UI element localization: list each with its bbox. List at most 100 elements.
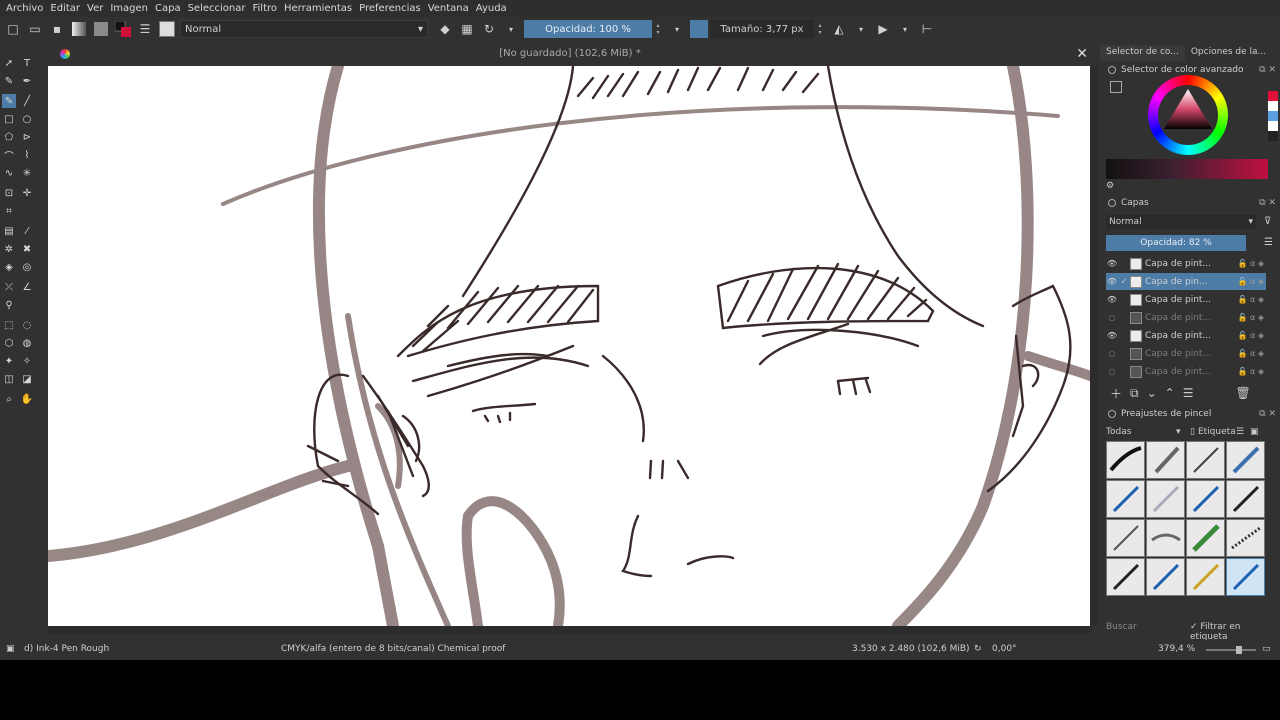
brush-preset-selected[interactable] xyxy=(1226,558,1265,596)
edit-shapes-icon[interactable]: ✎ xyxy=(2,74,16,88)
crop-tool-icon[interactable]: ⌗ xyxy=(2,204,16,218)
brush-preset[interactable] xyxy=(1186,519,1225,557)
add-layer-icon[interactable]: ＋ xyxy=(1110,385,1122,402)
layer-row[interactable]: ○ Capa de pint... 🔓 α ◈ xyxy=(1106,345,1266,362)
menu-seleccionar[interactable]: Seleccionar xyxy=(188,3,246,14)
brush-tag-select[interactable]: Etiqueta xyxy=(1198,427,1236,437)
brush-preset[interactable] xyxy=(1146,480,1185,518)
gradient-icon[interactable] xyxy=(70,20,88,38)
color-shade-bars[interactable] xyxy=(1106,159,1268,179)
menu-herramientas[interactable]: Herramientas xyxy=(284,3,352,14)
eraser-icon[interactable]: ◆ xyxy=(436,20,454,38)
text-tool-icon[interactable]: T xyxy=(20,56,34,70)
brush-filter-select[interactable]: Todas xyxy=(1106,427,1176,437)
color-menu-icon[interactable] xyxy=(1110,81,1122,93)
brush-menu-icon[interactable]: ☰ xyxy=(1236,427,1250,437)
move-layer-up-icon[interactable]: ⌃ xyxy=(1165,386,1175,400)
panel-float-close-icon[interactable]: ⧉ ✕ xyxy=(1259,65,1276,75)
brush-preset[interactable] xyxy=(1106,480,1145,518)
close-icon[interactable]: ✕ xyxy=(1076,46,1088,62)
layer-properties-menu-icon[interactable]: ☰ xyxy=(1183,386,1194,400)
dropdown-icon[interactable]: ▾ xyxy=(852,20,870,38)
size-spin[interactable]: ▴ ▾ xyxy=(816,20,824,38)
calligraphy-icon[interactable]: ✒ xyxy=(20,74,34,88)
color-wheel[interactable] xyxy=(1148,75,1228,155)
save-icon[interactable]: ▪ xyxy=(48,20,66,38)
zoom-tool-icon[interactable]: ⌕ xyxy=(2,392,16,406)
size-slider[interactable]: Tamaño: 3,77 px xyxy=(710,20,814,38)
brush-preset[interactable] xyxy=(1226,441,1265,479)
mirror-options-icon[interactable]: ▾ xyxy=(502,20,520,38)
brush-preset[interactable] xyxy=(1146,441,1185,479)
layer-properties-icon[interactable]: 🔓 α ◈ xyxy=(1230,331,1266,340)
brush-preset[interactable] xyxy=(1146,558,1185,596)
tab-color-selector[interactable]: Selector de co... xyxy=(1100,45,1185,61)
brush-preset[interactable] xyxy=(1106,558,1145,596)
layer-properties-icon[interactable]: 🔓 α ◈ xyxy=(1230,367,1266,376)
opacity-spin[interactable]: ▴ ▾ xyxy=(654,20,662,38)
layers-blend-select[interactable]: Normal ▾ xyxy=(1106,215,1256,229)
visibility-eye-icon[interactable]: 👁 xyxy=(1106,277,1118,286)
color-history-strip[interactable] xyxy=(1268,91,1278,141)
hidden-eye-icon[interactable]: ○ xyxy=(1106,313,1118,322)
visibility-eye-icon[interactable]: 👁 xyxy=(1106,331,1118,340)
color-picker-icon[interactable]: ⁄ xyxy=(20,224,34,238)
filter-icon[interactable]: ⊽ xyxy=(1264,216,1271,227)
layer-properties-icon[interactable]: 🔓 α ◈ xyxy=(1230,259,1266,268)
ellipse-select-icon[interactable]: ◌ xyxy=(20,318,34,332)
transform-tool-icon[interactable]: ⊡ xyxy=(2,186,16,200)
layer-row-selected[interactable]: 👁 ✓ Capa de pin... 🔓 α ◈ xyxy=(1106,273,1266,290)
layer-properties-icon[interactable]: 🔓 α ◈ xyxy=(1230,349,1266,358)
wrap-around-icon[interactable]: ⊢ xyxy=(918,20,936,38)
visibility-eye-icon[interactable]: 👁 xyxy=(1106,295,1118,304)
horizontal-scrollbar[interactable] xyxy=(48,626,1092,634)
hidden-eye-icon[interactable]: ○ xyxy=(1106,367,1118,376)
mirror-horizontal-icon[interactable]: ◭ xyxy=(830,20,848,38)
open-folder-icon[interactable]: ▭ xyxy=(26,20,44,38)
contiguous-select-icon[interactable]: ✦ xyxy=(2,354,16,368)
brush-preset[interactable] xyxy=(1226,480,1265,518)
dropdown-icon[interactable]: ▾ xyxy=(896,20,914,38)
pattern-icon[interactable] xyxy=(92,20,110,38)
pan-tool-icon[interactable]: ✋ xyxy=(20,392,34,406)
brush-search-input[interactable]: Buscar xyxy=(1106,622,1137,632)
brush-settings-icon[interactable]: ☰ xyxy=(136,20,154,38)
brush-preset[interactable] xyxy=(1106,519,1145,557)
brush-preset[interactable] xyxy=(1186,441,1225,479)
brush-preset[interactable] xyxy=(1186,480,1225,518)
document-tab[interactable]: [No guardado] (102,6 MiB) * ✕ xyxy=(48,44,1092,66)
menu-ventana[interactable]: Ventana xyxy=(428,3,469,14)
menu-ver[interactable]: Ver xyxy=(87,3,103,14)
rectangle-tool-icon[interactable]: □ xyxy=(2,112,16,126)
similar-select-icon[interactable]: ✧ xyxy=(20,354,34,368)
duplicate-layer-icon[interactable]: ⧉ xyxy=(1130,386,1139,401)
fill-tool-icon[interactable]: ◈ xyxy=(2,260,16,274)
magnetic-select-icon[interactable]: ◪ xyxy=(20,372,34,386)
polygon-select-icon[interactable]: ⬡ xyxy=(2,336,16,350)
layer-row[interactable]: ○ Capa de pint... 🔓 α ◈ xyxy=(1106,309,1266,326)
brush-preset-icon[interactable] xyxy=(158,20,176,38)
brush-preset[interactable] xyxy=(1226,519,1265,557)
blend-mode-select[interactable]: Normal ▾ xyxy=(180,20,428,38)
panel-lock-icon[interactable] xyxy=(1108,410,1116,418)
zoom-slider[interactable] xyxy=(1206,646,1256,654)
panel-lock-icon[interactable] xyxy=(1108,199,1116,207)
bezier-select-icon[interactable]: ◫ xyxy=(2,372,16,386)
move-layer-down-icon[interactable]: ⌄ xyxy=(1147,386,1157,400)
brush-view-icon[interactable]: ▣ xyxy=(1250,427,1259,437)
rect-select-icon[interactable]: ⬚ xyxy=(2,318,16,332)
gradient-tool-icon[interactable]: ▤ xyxy=(2,224,16,238)
mirror-vertical-icon[interactable]: ▶ xyxy=(874,20,892,38)
measure-tool-icon[interactable]: ∠ xyxy=(20,280,34,294)
vertical-scrollbar[interactable] xyxy=(1090,66,1098,626)
brush-preset[interactable] xyxy=(1106,441,1145,479)
rotation-icon[interactable]: ↻ xyxy=(974,644,982,654)
line-tool-icon[interactable]: ╱ xyxy=(20,94,34,108)
freehand-select-icon[interactable]: ◍ xyxy=(20,336,34,350)
reference-tool-icon[interactable]: ⚲ xyxy=(2,298,16,312)
panel-float-close-icon[interactable]: ⧉ ✕ xyxy=(1259,409,1276,419)
move-tool-icon[interactable]: ✛ xyxy=(20,186,34,200)
menu-capa[interactable]: Capa xyxy=(155,3,181,14)
layers-menu-icon[interactable]: ☰ xyxy=(1264,237,1273,248)
dropdown-icon[interactable]: ▾ xyxy=(668,20,686,38)
